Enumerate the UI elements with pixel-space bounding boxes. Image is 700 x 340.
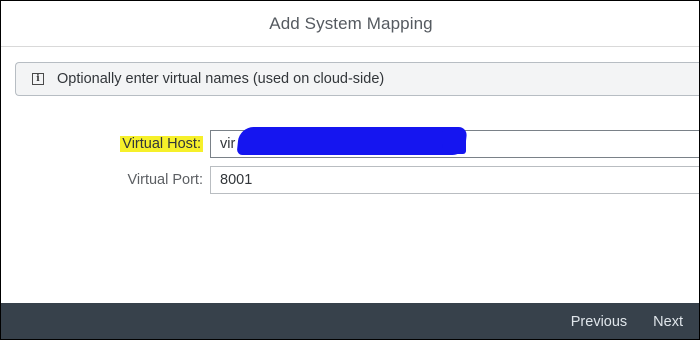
virtual-host-label-text: Virtual Host: [120, 136, 203, 152]
dialog-header: Add System Mapping [1, 1, 699, 47]
virtual-host-label: Virtual Host: [120, 130, 203, 158]
virtual-port-row: Virtual Port: [1, 166, 699, 194]
next-button[interactable]: Next [653, 314, 683, 330]
info-message-text: Optionally enter virtual names (used on … [57, 71, 385, 87]
dialog-title: Add System Mapping [269, 13, 433, 33]
virtual-host-input[interactable] [210, 130, 699, 158]
virtual-port-input[interactable] [210, 166, 699, 194]
virtual-host-row: Virtual Host: [1, 130, 699, 158]
dialog-footer: Previous Next [1, 303, 699, 339]
virtual-port-label-text: Virtual Port: [127, 172, 204, 188]
dialog: Add System Mapping i Optionally enter vi… [0, 0, 700, 340]
info-message-strip: i Optionally enter virtual names (used o… [15, 62, 699, 96]
info-icon: i [32, 73, 44, 85]
previous-button[interactable]: Previous [571, 314, 627, 330]
virtual-port-label: Virtual Port: [128, 166, 204, 194]
